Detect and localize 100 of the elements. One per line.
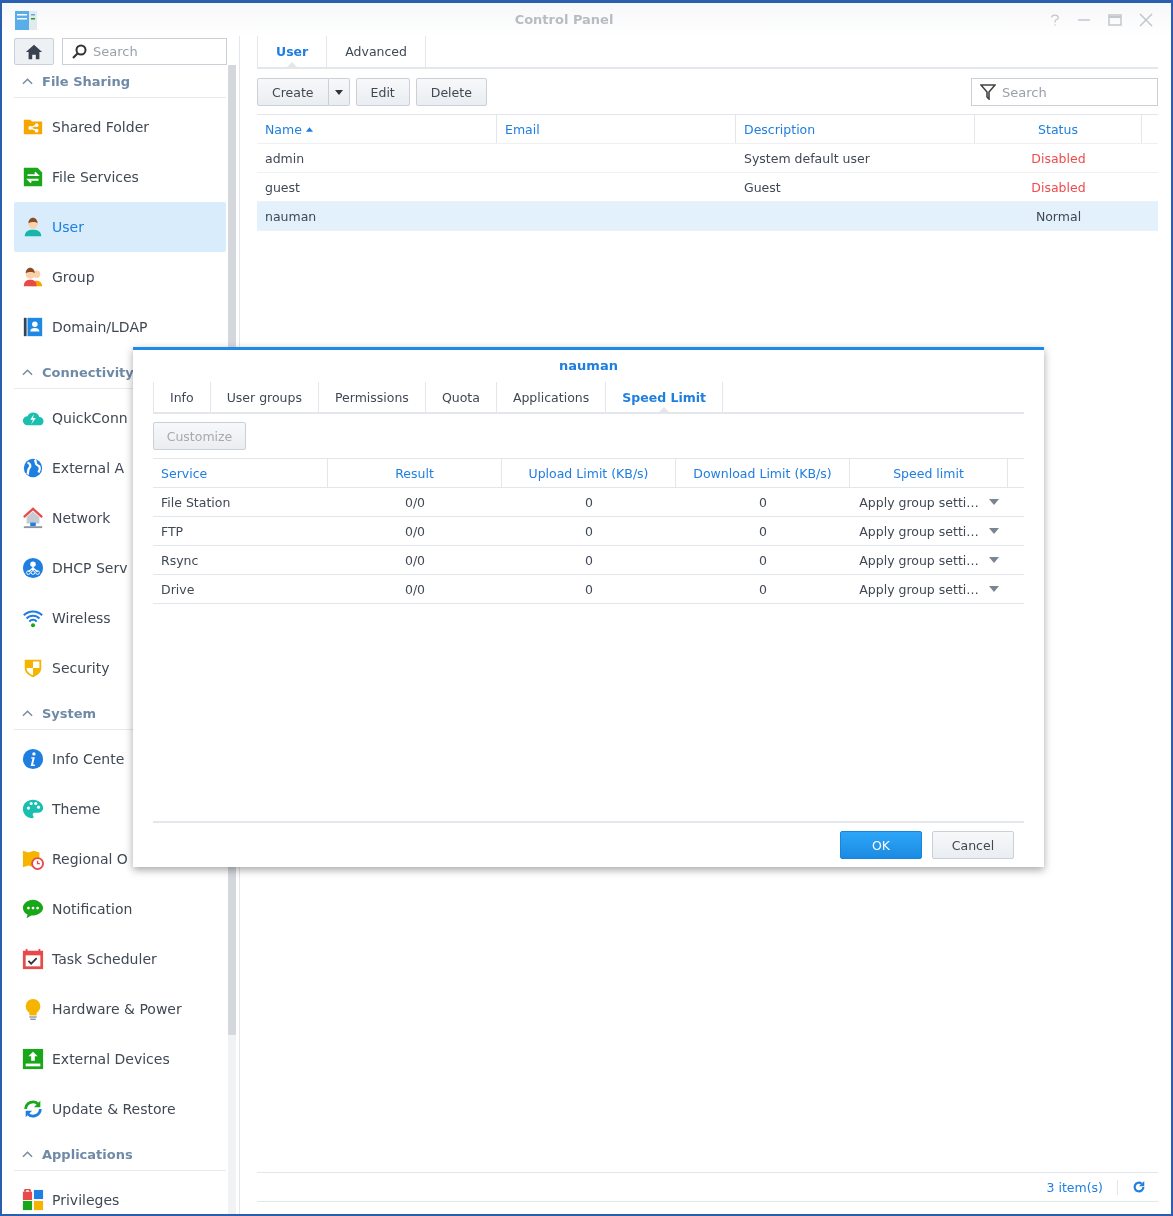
column-header[interactable]: Status: [975, 115, 1142, 143]
sidebar-item[interactable]: Task Scheduler: [14, 934, 226, 984]
home-icon: [25, 42, 43, 61]
sidebar-item[interactable]: File Services: [14, 152, 226, 202]
table-cell: 0/0: [404, 552, 426, 568]
contact-book-icon: [22, 316, 44, 338]
status-cell: Disabled: [1031, 150, 1086, 166]
search-field[interactable]: Search: [62, 38, 227, 65]
section-title[interactable]: Connectivity: [42, 364, 134, 380]
chat-bubble-icon: [22, 898, 44, 920]
create-button[interactable]: Create: [257, 78, 329, 106]
table-cell: 0: [759, 552, 767, 568]
tab[interactable]: Permissions: [317, 382, 425, 412]
sidebar-item[interactable]: External Devices: [14, 1034, 226, 1084]
table-cell: Rsync: [161, 552, 199, 568]
window-title: Control Panel: [513, 12, 615, 27]
chevron-icon[interactable]: [22, 1150, 33, 1158]
palette-icon: [22, 798, 44, 820]
globe-icon: [22, 457, 44, 479]
tab[interactable]: Info: [153, 382, 210, 412]
toolbar-button[interactable]: Edit: [355, 78, 410, 106]
dropdown-button[interactable]: [328, 78, 350, 106]
caret-icon: [988, 499, 999, 505]
person-icon: [22, 216, 44, 238]
section-title[interactable]: Applications: [42, 1146, 133, 1162]
sidebar-item[interactable]: Group: [14, 252, 226, 302]
table-cell: 0: [585, 523, 593, 539]
network-node-icon: [22, 557, 44, 579]
table-cell: admin: [265, 150, 305, 166]
caret-icon: [988, 528, 999, 534]
caret-icon: [988, 557, 999, 563]
table-cell: File Station: [161, 494, 231, 510]
sidebar-item[interactable]: Privileges: [14, 1175, 226, 1214]
wifi-icon: [22, 607, 44, 629]
table-cell: 0/0: [404, 523, 426, 539]
table-cell: 0: [759, 494, 767, 510]
tab[interactable]: Applications: [495, 382, 606, 412]
caret-icon: [334, 89, 343, 95]
tab[interactable]: Speed Limit: [605, 382, 723, 412]
upload-icon: [22, 1048, 44, 1070]
item-count: 3 item(s): [1046, 1179, 1118, 1195]
sidebar-item[interactable]: Security: [14, 643, 226, 693]
dialog-title: nauman: [558, 357, 619, 375]
section-title[interactable]: System: [42, 705, 97, 721]
table-cell: Guest: [744, 179, 781, 195]
home-button[interactable]: [14, 38, 54, 65]
table-cell: 0/0: [404, 581, 426, 597]
sidebar-item[interactable]: Update & Restore: [14, 1084, 226, 1134]
table-cell: nauman: [265, 208, 317, 224]
tab[interactable]: User groups: [209, 382, 318, 412]
table-row[interactable]: nauman Normal: [257, 202, 1158, 231]
house-icon: [22, 507, 44, 529]
sidebar-item[interactable]: Notification: [14, 884, 226, 934]
column-header[interactable]: Description: [736, 115, 975, 143]
tab[interactable]: Advanced: [326, 36, 426, 67]
table-cell: FTP: [161, 523, 184, 539]
shield-icon: [22, 657, 44, 679]
calendar-icon: [22, 948, 44, 970]
table-cell: System default user: [744, 150, 870, 166]
sidebar-item[interactable]: Info Cente: [14, 734, 226, 784]
info-icon: [22, 748, 44, 770]
table-cell: 0: [759, 523, 767, 539]
dialog-button[interactable]: Cancel: [932, 831, 1014, 859]
table-cell: 0: [585, 581, 593, 597]
arrows-icon: [22, 166, 44, 188]
chevron-icon[interactable]: [22, 77, 33, 85]
sidebar-item[interactable]: Shared Folder: [14, 102, 226, 152]
speed-limit-dropdown[interactable]: Apply group setti…: [859, 552, 999, 568]
tab[interactable]: User: [257, 36, 327, 67]
table-cell: guest: [265, 179, 300, 195]
column-header[interactable]: Result: [328, 459, 502, 487]
search-icon: [71, 43, 87, 60]
caret-icon: [988, 586, 999, 592]
table-cell: 0: [759, 581, 767, 597]
status-cell: Disabled: [1031, 179, 1086, 195]
column-header[interactable]: Upload Limit (KB/s): [502, 459, 676, 487]
sidebar-item[interactable]: Theme: [14, 784, 226, 834]
people-icon: [22, 266, 44, 288]
speed-limit-dropdown[interactable]: Apply group setti…: [859, 523, 999, 539]
column-header[interactable]: Download Limit (KB/s): [676, 459, 850, 487]
table-cell: 0: [585, 552, 593, 568]
refresh-icon[interactable]: [1132, 1180, 1146, 1194]
tab[interactable]: Quota: [424, 382, 496, 412]
column-header[interactable]: Email: [497, 115, 736, 143]
column-header[interactable]: Speed limit: [850, 459, 1008, 487]
map-clock-icon: [22, 848, 44, 870]
section-title[interactable]: File Sharing: [42, 73, 130, 89]
chevron-icon[interactable]: [22, 709, 33, 717]
chevron-icon[interactable]: [22, 368, 33, 376]
column-header[interactable]: Name: [257, 115, 497, 143]
speed-limit-dropdown[interactable]: Apply group setti…: [859, 581, 999, 597]
status-cell: Normal: [1035, 208, 1082, 224]
column-header[interactable]: Service: [153, 459, 328, 487]
sidebar-item[interactable]: Hardware & Power: [14, 984, 226, 1034]
sidebar-item[interactable]: Regional O: [14, 834, 226, 884]
speed-limit-dropdown[interactable]: Apply group setti…: [859, 494, 999, 510]
sidebar-item[interactable]: Domain/LDAP: [14, 302, 226, 352]
filter-icon: [980, 84, 996, 100]
filter-field[interactable]: Search: [971, 78, 1158, 106]
toolbar-button[interactable]: Delete: [415, 78, 487, 106]
